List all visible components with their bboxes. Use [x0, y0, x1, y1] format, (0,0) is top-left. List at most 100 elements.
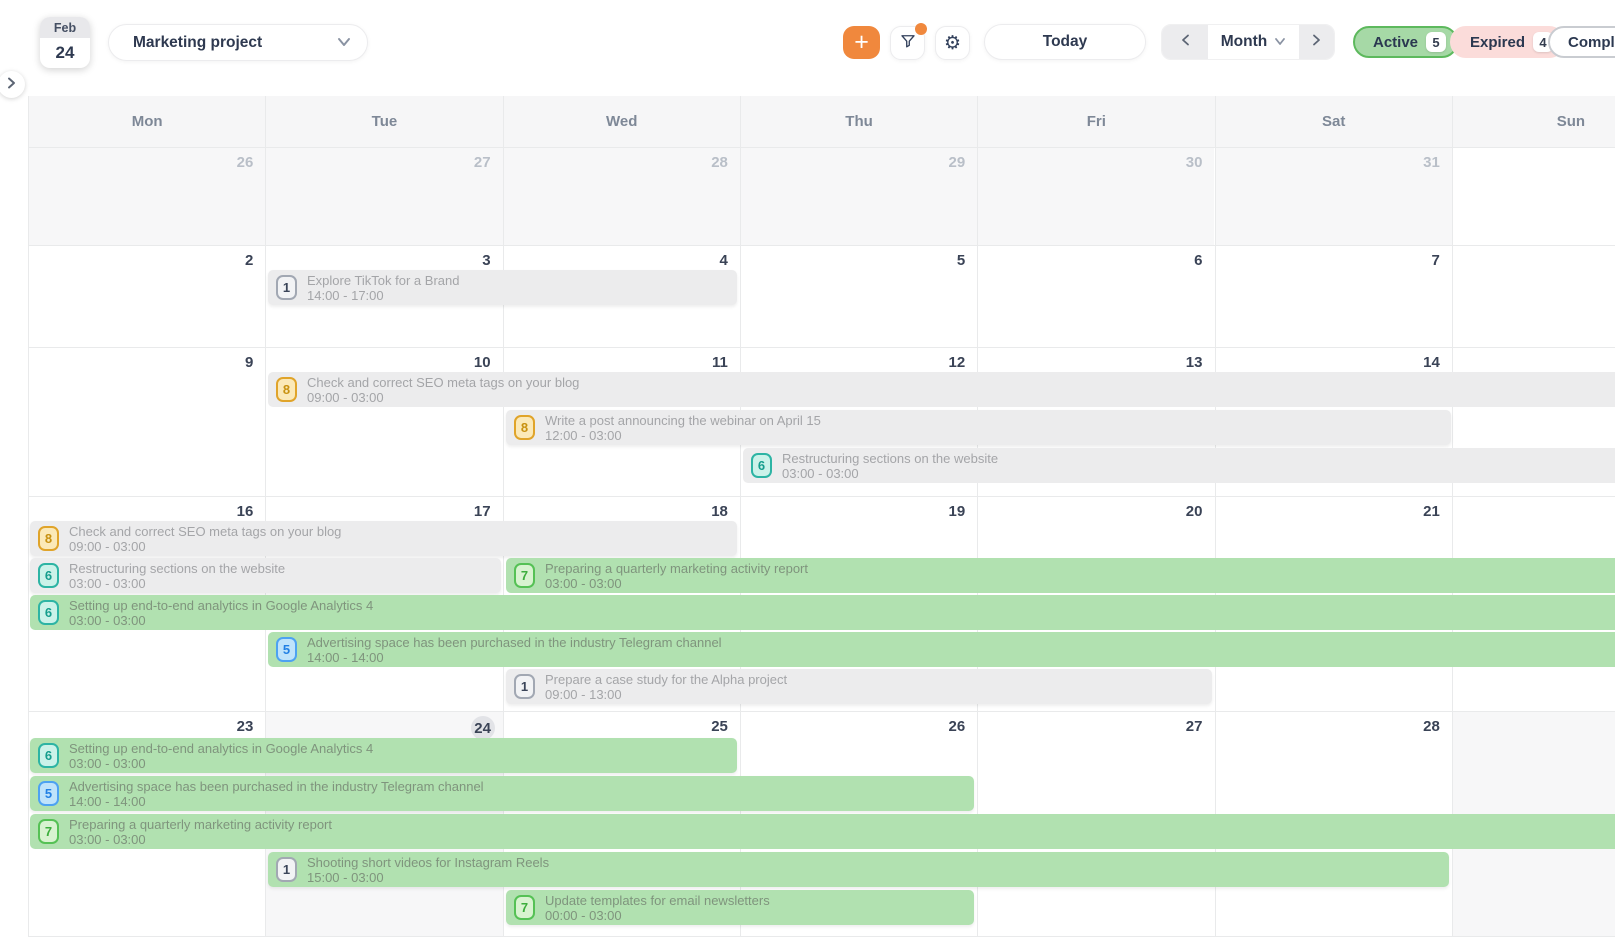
- event-text: Advertising space has been purchased in …: [69, 779, 484, 809]
- day-cell[interactable]: 10: [265, 348, 502, 496]
- day-cell[interactable]: 2: [28, 246, 265, 347]
- day-cell[interactable]: 5: [740, 246, 977, 347]
- week-row-1: 26 27 28 29 30 31: [28, 148, 1615, 246]
- event-bar[interactable]: 6Restructuring sections on the website03…: [743, 448, 1615, 483]
- filter-completed-tasks[interactable]: Compl: [1548, 26, 1615, 58]
- event-count-badge: 1: [514, 674, 535, 699]
- today-date-number: 24: [471, 716, 495, 740]
- day-cell[interactable]: 28: [503, 148, 740, 245]
- date-number: 14: [1423, 354, 1440, 371]
- day-header-tue: Tue: [265, 96, 502, 147]
- today-button-label: Today: [1043, 33, 1088, 51]
- gear-icon: ⚙: [944, 32, 961, 54]
- date-widget-day: 24: [40, 38, 90, 68]
- event-bar[interactable]: 6Setting up end-to-end analytics in Goog…: [30, 595, 1615, 630]
- plus-icon: +: [854, 30, 869, 55]
- event-time: 15:00 - 03:00: [307, 870, 549, 885]
- event-bar[interactable]: 1 Prepare a case study for the Alpha proj…: [506, 669, 1212, 704]
- event-bar[interactable]: 1Shooting short videos for Instagram Ree…: [268, 852, 1449, 887]
- event-bar[interactable]: 1Explore TikTok for a Brand14:00 - 17:00: [268, 270, 737, 305]
- date-number: 16: [237, 503, 254, 520]
- date-widget: Feb 24: [40, 17, 90, 68]
- event-text: Preparing a quarterly marketing activity…: [545, 561, 808, 591]
- event-title: Setting up end-to-end analytics in Googl…: [69, 741, 373, 756]
- day-cell[interactable]: [1452, 148, 1615, 245]
- filter-icon: [899, 32, 917, 55]
- event-title: Preparing a quarterly marketing activity…: [69, 817, 332, 832]
- event-bar[interactable]: 6Setting up end-to-end analytics in Goog…: [30, 738, 737, 773]
- date-number: 23: [237, 718, 254, 735]
- event-bar[interactable]: 5 Advertising space has been purchased in…: [30, 776, 974, 811]
- date-number: 27: [474, 154, 491, 171]
- active-count: 5: [1426, 32, 1446, 52]
- date-number: 11: [712, 354, 728, 371]
- date-number: 21: [1423, 503, 1440, 520]
- view-switcher: Month: [1161, 24, 1335, 60]
- chevron-right-icon: [7, 76, 16, 94]
- day-header-sun: Sun: [1452, 96, 1615, 147]
- chevron-down-icon: [1274, 33, 1286, 51]
- prev-period-button[interactable]: [1162, 25, 1208, 59]
- event-bar[interactable]: 7Preparing a quarterly marketing activit…: [30, 814, 1615, 849]
- chevron-left-icon: [1181, 33, 1190, 51]
- event-time: 14:00 - 17:00: [307, 288, 459, 303]
- day-cell[interactable]: 31: [1215, 148, 1452, 245]
- date-number: 30: [1186, 154, 1203, 171]
- date-number: 29: [949, 154, 966, 171]
- event-text: Prepare a case study for the Alpha proje…: [545, 672, 787, 702]
- day-cell[interactable]: [1452, 246, 1615, 347]
- event-time: 03:00 - 03:00: [69, 756, 373, 771]
- event-title: Advertising space has been purchased in …: [69, 779, 484, 794]
- day-cell[interactable]: 29: [740, 148, 977, 245]
- filter-active-tasks[interactable]: Active 5: [1353, 26, 1458, 58]
- chevron-right-icon: [1312, 33, 1321, 51]
- day-header-mon: Mon: [28, 96, 265, 147]
- event-bar[interactable]: 7Preparing a quarterly marketing activit…: [506, 558, 1615, 593]
- event-bar[interactable]: 8 Write a post announcing the webinar on …: [506, 410, 1451, 445]
- settings-button[interactable]: ⚙: [935, 26, 970, 60]
- date-number: 6: [1194, 252, 1202, 269]
- day-cell[interactable]: 30: [977, 148, 1214, 245]
- date-number: 28: [711, 154, 728, 171]
- event-count-badge: 5: [38, 781, 59, 806]
- event-time: 14:00 - 14:00: [69, 794, 484, 809]
- date-number: 18: [711, 503, 728, 520]
- expired-label: Expired: [1470, 34, 1525, 51]
- day-header-fri: Fri: [977, 96, 1214, 147]
- sidebar-expand-button[interactable]: [0, 71, 25, 98]
- date-number: 2: [245, 252, 253, 269]
- add-task-button[interactable]: +: [843, 26, 880, 59]
- event-bar[interactable]: 8Check and correct SEO meta tags on your…: [268, 372, 1615, 407]
- date-number: 13: [1186, 354, 1203, 371]
- filter-active-dot: [915, 23, 927, 35]
- event-bar[interactable]: 5Advertising space has been purchased in…: [268, 632, 1615, 667]
- date-number: 17: [474, 503, 491, 520]
- date-number: 7: [1431, 252, 1439, 269]
- day-cell[interactable]: 6: [977, 246, 1214, 347]
- event-text: Preparing a quarterly marketing activity…: [69, 817, 332, 847]
- today-button[interactable]: Today: [984, 24, 1146, 60]
- day-cell[interactable]: 27: [265, 148, 502, 245]
- event-time: 12:00 - 03:00: [545, 428, 821, 443]
- event-bar[interactable]: 8Check and correct SEO meta tags on your…: [30, 521, 737, 556]
- day-cell[interactable]: 9: [28, 348, 265, 496]
- week-row-2: 2345671Explore TikTok for a Brand14:00 -…: [28, 246, 1615, 348]
- day-cell[interactable]: 26: [28, 148, 265, 245]
- event-count-badge: 5: [276, 637, 297, 662]
- view-mode-select[interactable]: Month: [1208, 25, 1299, 59]
- project-select-value: Marketing project: [133, 34, 262, 52]
- event-count-badge: 8: [514, 415, 535, 440]
- filter-button[interactable]: [890, 26, 925, 60]
- event-title: Explore TikTok for a Brand: [307, 273, 459, 288]
- event-bar[interactable]: 7Update templates for email newsletters0…: [506, 890, 974, 925]
- chevron-down-icon: [337, 34, 351, 52]
- event-title: Check and correct SEO meta tags on your …: [69, 524, 341, 539]
- event-text: Write a post announcing the webinar on A…: [545, 413, 821, 443]
- day-cell[interactable]: 7: [1215, 246, 1452, 347]
- project-select[interactable]: Marketing project: [108, 24, 368, 61]
- event-bar[interactable]: 6Restructuring sections on the website03…: [30, 558, 501, 593]
- next-period-button[interactable]: [1299, 25, 1334, 59]
- event-time: 00:00 - 03:00: [545, 908, 770, 923]
- event-title: Restructuring sections on the website: [782, 451, 998, 466]
- week-row-4: 1617181920218Check and correct SEO meta …: [28, 497, 1615, 712]
